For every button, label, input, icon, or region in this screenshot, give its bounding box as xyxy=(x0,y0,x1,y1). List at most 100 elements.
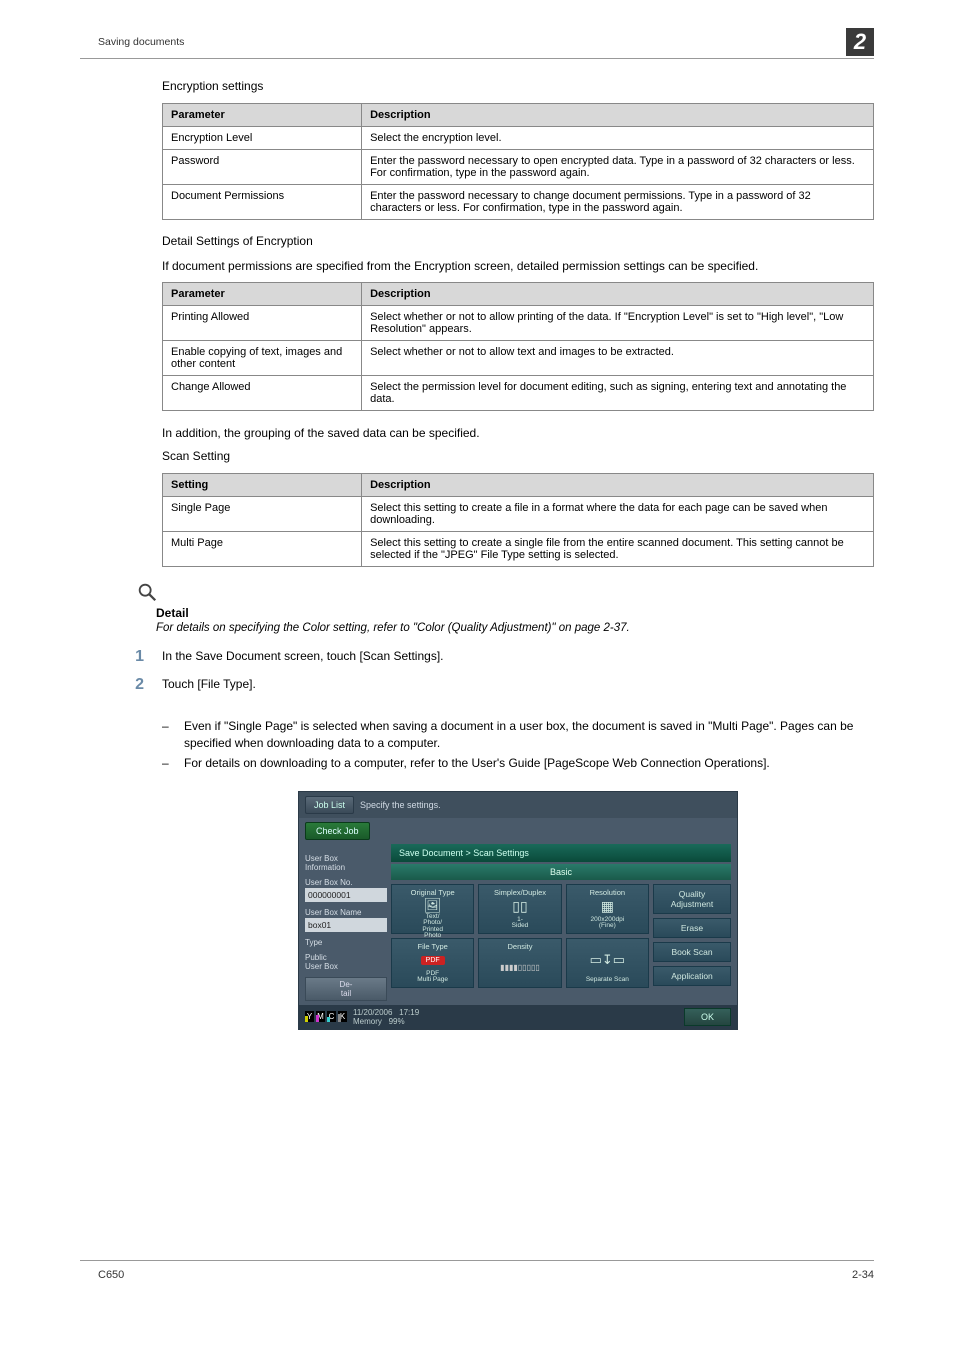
detail-button[interactable]: De- tail xyxy=(305,977,387,1001)
table-row: Document Permissions Enter the password … xyxy=(163,185,874,220)
pdf-badge: PDF xyxy=(421,956,445,965)
table-row: Password Enter the password necessary to… xyxy=(163,150,874,185)
footer-page: 2-34 xyxy=(852,1269,874,1281)
device-screenshot: Job List Specify the settings. Check Job… xyxy=(298,791,738,1030)
col-description: Description xyxy=(362,283,874,306)
user-box-no-label: User Box No. xyxy=(305,878,387,887)
param-cell: Change Allowed xyxy=(163,376,362,411)
file-type-sub: PDF Multi Page xyxy=(417,971,448,984)
table-row: Multi Page Select this setting to create… xyxy=(163,532,874,567)
col-description: Description xyxy=(362,474,874,497)
footer-memory-pct: 99% xyxy=(389,1017,405,1026)
header-section: Saving documents xyxy=(80,36,184,48)
scan-setting-title: Scan Setting xyxy=(162,449,874,463)
step-number-2: 2 xyxy=(132,676,144,694)
file-type-tile[interactable]: File Type PDF PDF Multi Page xyxy=(391,938,474,988)
desc-cell: Select whether or not to allow printing … xyxy=(362,306,874,341)
original-type-hdr: Original Type xyxy=(411,888,455,897)
footer-time: 17:19 xyxy=(399,1008,419,1017)
detail-label: Detail xyxy=(156,606,874,620)
original-type-tile[interactable]: Original Type 🖼 Text/ Photo/ Printed Pho… xyxy=(391,884,474,934)
density-hdr: Density xyxy=(507,942,532,951)
photo-icon: 🖼 xyxy=(424,897,442,914)
toner-y-icon: Y xyxy=(305,1011,314,1022)
param-cell: Enable copying of text, images and other… xyxy=(163,341,362,376)
user-box-no-value: 000000001 xyxy=(305,888,387,902)
col-setting: Setting xyxy=(163,474,362,497)
resolution-hdr: Resolution xyxy=(590,888,625,897)
separate-scan-tile[interactable]: ▭↧▭ Separate Scan xyxy=(566,938,649,988)
ok-button[interactable]: OK xyxy=(684,1008,731,1026)
resolution-sub: 200x200dpi (Fine) xyxy=(591,917,625,930)
table-row: Printing Allowed Select whether or not t… xyxy=(163,306,874,341)
type-value: Public User Box xyxy=(305,953,387,971)
col-parameter: Parameter xyxy=(163,283,362,306)
table-row: Change Allowed Select the permission lev… xyxy=(163,376,874,411)
desc-cell: Select the permission level for document… xyxy=(362,376,874,411)
step-2-sub-1: Even if "Single Page" is selected when s… xyxy=(184,718,874,750)
param-cell: Printing Allowed xyxy=(163,306,362,341)
table-row: Encryption Level Select the encryption l… xyxy=(163,127,874,150)
user-box-name-label: User Box Name xyxy=(305,908,387,917)
file-type-hdr: File Type xyxy=(418,942,448,951)
grid-icon: ▦ xyxy=(601,898,614,915)
scan-setting-table: Setting Description Single Page Select t… xyxy=(162,473,874,567)
encryption-settings-table: Parameter Description Encryption Level S… xyxy=(162,103,874,220)
specify-settings-text: Specify the settings. xyxy=(360,800,441,810)
toner-m-icon: M xyxy=(316,1011,325,1022)
separate-scan-hdr: Separate Scan xyxy=(586,977,629,984)
user-box-info-label: User Box Information xyxy=(305,854,387,872)
dash-icon: – xyxy=(162,755,174,771)
check-job-button[interactable]: Check Job xyxy=(305,822,370,840)
param-cell: Document Permissions xyxy=(163,185,362,220)
detail-encryption-title: Detail Settings of Encryption xyxy=(162,234,874,248)
desc-cell: Select this setting to create a single f… xyxy=(362,532,874,567)
encryption-settings-title: Encryption settings xyxy=(162,79,874,93)
param-cell: Encryption Level xyxy=(163,127,362,150)
job-list-tab[interactable]: Job List xyxy=(305,796,354,814)
setting-cell: Single Page xyxy=(163,497,362,532)
simplex-duplex-sub: 1- Sided xyxy=(512,917,529,930)
detail-encryption-table: Parameter Description Printing Allowed S… xyxy=(162,282,874,411)
setting-cell: Multi Page xyxy=(163,532,362,567)
col-description: Description xyxy=(362,104,874,127)
original-type-sub: Text/ Photo/ Printed Photo xyxy=(422,914,443,940)
magnifier-icon xyxy=(136,581,154,599)
basic-tab[interactable]: Basic xyxy=(391,864,731,880)
simplex-duplex-tile[interactable]: Simplex/Duplex ▯▯ 1- Sided xyxy=(478,884,561,934)
density-tile[interactable]: Density ▮▮▮▮▯▯▯▯▯ xyxy=(478,938,561,988)
detail-encryption-intro: If document permissions are specified fr… xyxy=(162,258,874,274)
toner-k-icon: K xyxy=(338,1011,347,1022)
desc-cell: Select whether or not to allow text and … xyxy=(362,341,874,376)
step-1-text: In the Save Document screen, touch [Scan… xyxy=(162,648,444,666)
desc-cell: Select this setting to create a file in … xyxy=(362,497,874,532)
footer-model: C650 xyxy=(98,1269,124,1281)
page-icon: ▯▯ xyxy=(512,898,527,915)
resolution-tile[interactable]: Resolution ▦ 200x200dpi (Fine) xyxy=(566,884,649,934)
desc-cell: Select the encryption level. xyxy=(362,127,874,150)
detail-text: For details on specifying the Color sett… xyxy=(156,622,874,634)
col-parameter: Parameter xyxy=(163,104,362,127)
toner-c-icon: C xyxy=(327,1011,336,1022)
erase-button[interactable]: Erase xyxy=(653,918,731,938)
table-row: Single Page Select this setting to creat… xyxy=(163,497,874,532)
step-2-sub-2: For details on downloading to a computer… xyxy=(184,755,874,771)
density-scale-icon: ▮▮▮▮▯▯▯▯▯ xyxy=(500,963,540,972)
step-2-text: Touch [File Type]. xyxy=(162,676,256,694)
application-button[interactable]: Application xyxy=(653,966,731,986)
step-number-1: 1 xyxy=(132,648,144,666)
footer-memory-label: Memory xyxy=(353,1017,382,1026)
desc-cell: Enter the password necessary to open enc… xyxy=(362,150,874,185)
chapter-number: 2 xyxy=(846,28,874,56)
param-cell: Password xyxy=(163,150,362,185)
grouping-text: In addition, the grouping of the saved d… xyxy=(162,425,874,441)
desc-cell: Enter the password necessary to change d… xyxy=(362,185,874,220)
dash-icon: – xyxy=(162,718,174,750)
book-scan-button[interactable]: Book Scan xyxy=(653,942,731,962)
breadcrumb: Save Document > Scan Settings xyxy=(391,844,731,862)
footer-date: 11/20/2006 xyxy=(353,1008,392,1017)
quality-adjustment-button[interactable]: Quality Adjustment xyxy=(653,884,731,914)
simplex-duplex-hdr: Simplex/Duplex xyxy=(494,888,546,897)
user-box-name-value: box01 xyxy=(305,918,387,932)
type-label: Type xyxy=(305,938,387,947)
